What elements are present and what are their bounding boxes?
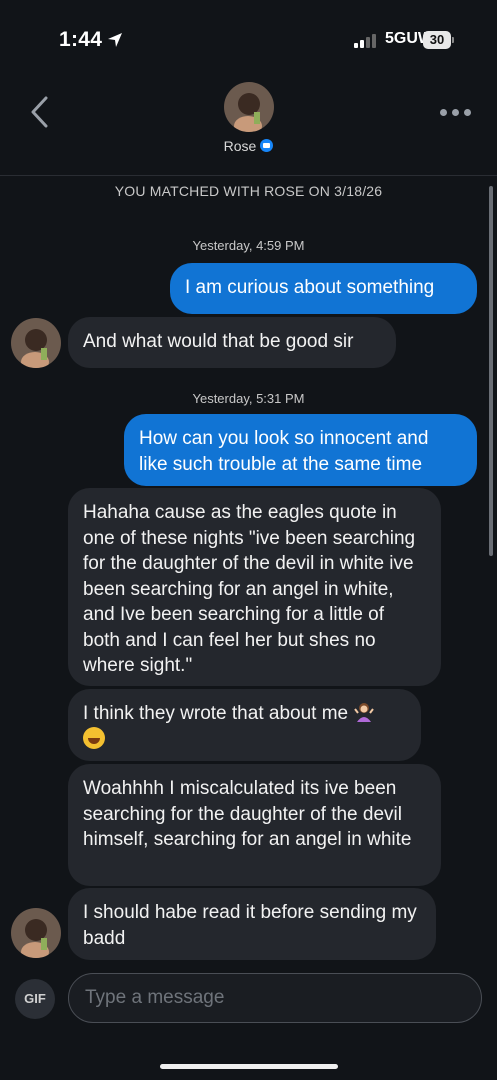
home-indicator[interactable]: [160, 1064, 338, 1069]
scrollbar[interactable]: [489, 186, 493, 556]
received-message[interactable]: I should habe read it before sending my …: [68, 888, 436, 960]
cellular-signal-icon: [354, 34, 378, 48]
location-arrow-icon: [108, 33, 122, 47]
match-message-avatar[interactable]: [11, 908, 61, 958]
verified-badge-icon: [260, 139, 274, 152]
matched-banner: YOU MATCHED WITH ROSE ON 3/18/26: [114, 183, 383, 199]
message-input[interactable]: [68, 973, 482, 1023]
chat-header: Rose: [0, 80, 497, 176]
received-message[interactable]: I think they wrote that about me: [68, 689, 421, 761]
person-shrugging-icon: [354, 703, 375, 722]
message-composer: GIF: [0, 972, 497, 1026]
message-timestamp: Yesterday, 4:59 PM: [192, 238, 305, 253]
battery-tip: [452, 37, 454, 43]
status-bar: 1:44 5GUW 30: [0, 0, 497, 80]
match-message-avatar[interactable]: [11, 318, 61, 368]
back-chevron-icon[interactable]: [26, 94, 56, 130]
sent-message[interactable]: How can you look so innocent and like su…: [124, 414, 477, 486]
message-timestamp: Yesterday, 5:31 PM: [192, 391, 305, 406]
sent-message[interactable]: I am curious about something: [170, 263, 477, 314]
message-text: I think they wrote that about me: [83, 703, 349, 724]
more-options-icon[interactable]: [440, 106, 474, 118]
match-avatar[interactable]: [224, 82, 274, 132]
status-time: 1:44: [59, 28, 103, 51]
received-message[interactable]: Hahaha cause as the eagles quote in one …: [68, 488, 441, 686]
match-name[interactable]: Rose: [0, 138, 497, 154]
gif-button[interactable]: GIF: [15, 979, 55, 1019]
battery-icon: 30: [423, 31, 451, 49]
tears-of-joy-icon: [83, 726, 105, 749]
received-message[interactable]: And what would that be good sir: [68, 317, 396, 368]
received-message[interactable]: Woahhhh I miscalculated its ive been sea…: [68, 764, 441, 886]
